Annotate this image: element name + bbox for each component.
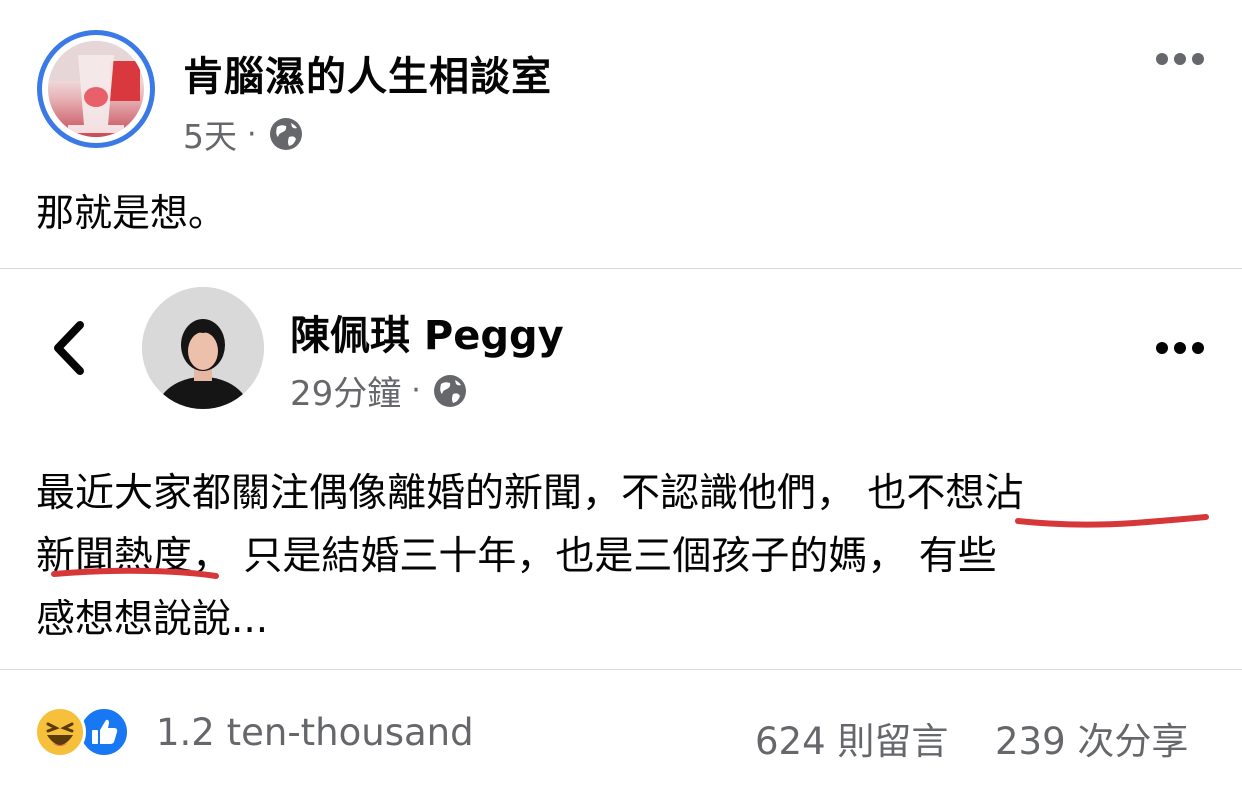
avatar-image: [48, 41, 144, 137]
shares-count[interactable]: 239 次分享: [995, 711, 1188, 765]
reactions-summary[interactable]: [34, 706, 130, 758]
more-options-icon[interactable]: [1154, 44, 1206, 74]
shared-post-time[interactable]: 29分鐘: [290, 366, 401, 415]
red-underline-mark: [51, 567, 219, 579]
body-line: 感想想說說...: [36, 597, 269, 642]
globe-icon: [267, 115, 305, 153]
page-avatar[interactable]: [37, 30, 155, 148]
meta-separator: ·: [411, 373, 421, 408]
page-name[interactable]: 肯腦濕的人生相談室: [183, 44, 552, 102]
divider: [0, 268, 1242, 269]
post-time[interactable]: 5天: [183, 110, 237, 158]
reaction-count[interactable]: 1.2 ten-thousand: [156, 711, 474, 754]
meta-separator: ·: [247, 116, 257, 152]
back-chevron-icon[interactable]: [46, 317, 98, 379]
shared-author-name[interactable]: 陳佩琪 Peggy: [290, 303, 564, 361]
more-options-icon[interactable]: [1154, 333, 1206, 363]
comments-count[interactable]: 624 則留言: [755, 711, 948, 765]
page-post-meta: 5天 ·: [183, 110, 305, 158]
haha-icon: [34, 706, 86, 758]
post-text: 那就是想。: [36, 191, 227, 235]
red-underline-mark: [1015, 514, 1209, 528]
globe-icon: [431, 372, 469, 410]
shared-post-meta: 29分鐘 ·: [290, 366, 469, 415]
shared-author-avatar[interactable]: [142, 287, 264, 409]
divider: [0, 669, 1242, 670]
shared-post-body: 最近大家都關注偶像離婚的新聞，不認識他們， 也不想沾 新聞熱度， 只是結婚三十年…: [36, 462, 1216, 651]
